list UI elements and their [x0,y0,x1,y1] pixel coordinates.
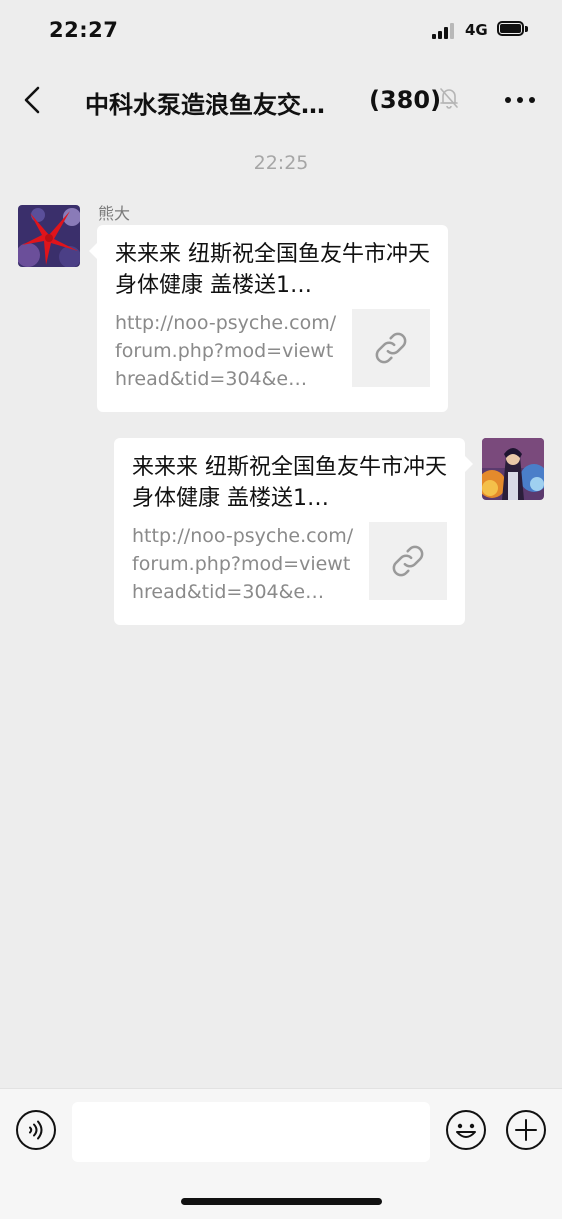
member-count: (380) [369,86,442,114]
status-bar: 22:27 4G [0,0,562,60]
back-icon [24,86,40,114]
link-icon [392,545,424,577]
link-thumbnail [369,522,447,600]
chat-timestamp: 22:25 [253,152,309,174]
mute-icon [440,88,458,109]
link-title: 来来来 纽斯祝全国鱼友牛市冲天 身体健康 盖楼送1… [115,242,430,298]
plus-icon [506,1110,546,1150]
voice-icon [16,1110,56,1150]
battery-icon [497,21,528,39]
emoji-icon [446,1110,486,1150]
link-card[interactable]: 来来来 纽斯祝全国鱼友牛市冲天 身体健康 盖楼送1… http://noo-ps… [89,225,448,412]
avatar[interactable] [18,205,80,267]
link-icon [375,332,407,364]
link-url: http://noo-psyche.com/forum.php?mod=view… [132,525,354,603]
home-indicator[interactable] [181,1198,382,1205]
sender-name: 熊大 [98,204,131,223]
my-avatar[interactable] [482,438,544,500]
nav-bar: 中科水泵造浪鱼友交… (380) [0,70,562,130]
starfish-avatar-image [18,205,80,267]
voice-button[interactable] [15,1109,57,1151]
status-time: 22:27 [49,18,119,42]
more-icon [505,97,535,103]
signal-icon [432,23,458,39]
emoji-button[interactable] [445,1109,487,1151]
link-card[interactable]: 来来来 纽斯祝全国鱼友牛市冲天 身体健康 盖楼送1… http://noo-ps… [114,438,473,625]
network-label: 4G [465,21,488,39]
anime-avatar-image [482,438,544,500]
chat-title: 中科水泵造浪鱼友交… [85,91,325,119]
link-url: http://noo-psyche.com/forum.php?mod=view… [115,312,337,390]
link-title: 来来来 纽斯祝全国鱼友牛市冲天 身体健康 盖楼送1… [132,455,447,511]
link-thumbnail [352,309,430,387]
message-input[interactable] [72,1102,430,1162]
more-button[interactable] [500,85,540,115]
back-button[interactable] [18,82,48,118]
more-functions-button[interactable] [505,1109,547,1151]
